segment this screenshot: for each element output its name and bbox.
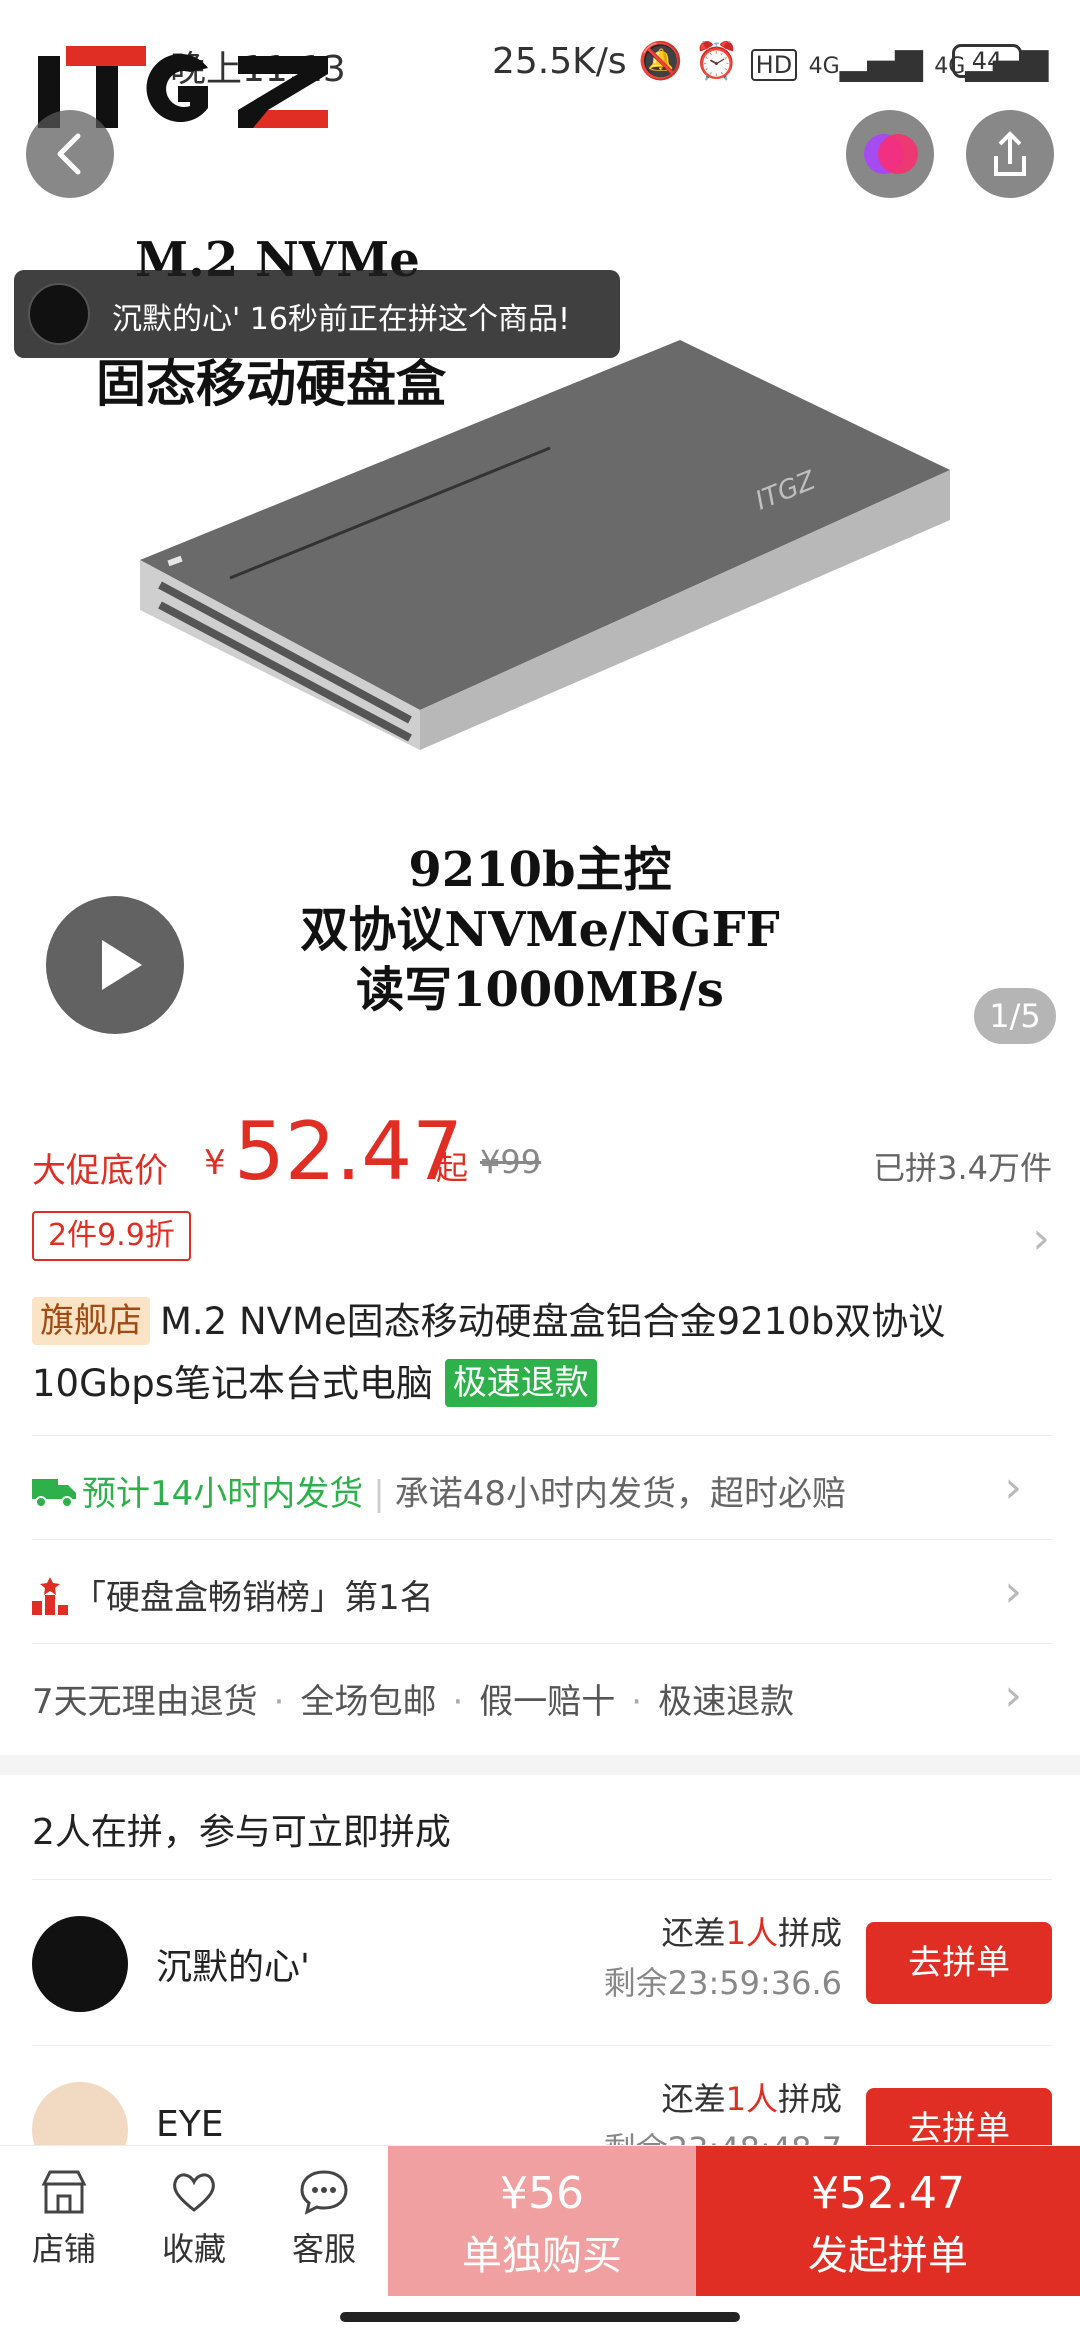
price-suffix: 起 <box>436 1149 469 1187</box>
price-row: 大促底价 ¥ 52.47 起 ¥99 已拼3.4万件 <box>32 1105 1052 1198</box>
group-label: 发起拼单 <box>808 2233 968 2279</box>
price-amount: 52.47 <box>234 1105 464 1198</box>
back-icon <box>57 133 81 175</box>
start-group-button[interactable]: ¥52.47 发起拼单 <box>696 2146 1080 2296</box>
favorite-label: 收藏 <box>161 2230 226 2268</box>
fast-refund-badge: 极速退款 <box>444 1359 597 1407</box>
battery-icon: 44 <box>952 44 1022 78</box>
shop-icon <box>41 2170 87 2214</box>
join-group-button[interactable]: 去拼单 <box>866 1922 1052 2004</box>
image-page-indicator: 1/5 <box>974 988 1056 1044</box>
hd-icon: HD <box>750 49 798 81</box>
need-suffix: 拼成 <box>777 1914 842 1952</box>
promo-label: 大促底价 <box>32 1151 168 1191</box>
signal-label-1: 4G <box>808 54 840 79</box>
need-prefix: 还差 <box>661 2080 726 2118</box>
chevron-right-icon: › <box>1004 1462 1022 1513</box>
need-count: 1人 <box>725 1914 778 1952</box>
favorite-button[interactable]: 收藏 <box>134 2164 254 2270</box>
play-icon <box>102 940 142 990</box>
flagship-badge: 旗舰店 <box>32 1297 150 1345</box>
sold-count: 已拼3.4万件 <box>873 1149 1052 1187</box>
need-suffix: 拼成 <box>777 2080 842 2118</box>
service-item: 7天无理由退货 <box>32 1682 258 1722</box>
group-countdown: 剩余23:59:36.6 <box>603 1964 842 2002</box>
alarm-icon: ⏰ <box>694 41 740 82</box>
chevron-right-icon: › <box>1004 1670 1022 1721</box>
truck-icon <box>32 1479 76 1508</box>
discount-tag[interactable]: 2件9.9折 <box>32 1211 191 1261</box>
join-group-button[interactable]: 去拼单 <box>866 2088 1052 2145</box>
chevron-right-icon: › <box>1004 1566 1022 1617</box>
toast-text: 沉默的心' 16秒前正在拼这个商品! <box>112 302 570 337</box>
chat-icon <box>300 2170 348 2215</box>
service-item: 全场包邮 <box>300 1682 437 1722</box>
ship-estimate: 预计14小时内发货 <box>82 1474 364 1514</box>
product-info: 大促底价 ¥ 52.47 起 ¥99 已拼3.4万件 2件9.9折 › 旗舰店 M… <box>0 1075 1080 1755</box>
service-item: 极速退款 <box>658 1682 795 1722</box>
group-row: EYE 还差1人拼成 剩余23:48:48.7 去拼单 <box>32 2045 1052 2145</box>
group-countdown: 剩余23:48:48.7 <box>604 2124 842 2145</box>
section-divider <box>0 1755 1080 1775</box>
net-speed: 25.5K/s <box>492 41 627 82</box>
ranking-chart-icon <box>32 1577 68 1615</box>
group-buy-section: 2人在拼，参与可立即拼成 沉默的心' 还差1人拼成 剩余23:59:36.6 去… <box>0 1775 1080 2145</box>
group-need-text: 还差1人拼成 <box>662 1908 842 1954</box>
group-user-name: 沉默的心' <box>156 1947 310 1988</box>
shop-button[interactable]: 店铺 <box>4 2164 124 2270</box>
avatar <box>28 283 90 345</box>
service-label: 客服 <box>291 2230 356 2268</box>
share-button[interactable] <box>966 110 1054 198</box>
chevron-right-icon[interactable]: › <box>1032 1213 1050 1264</box>
avatar <box>32 2082 128 2145</box>
spec-line1: 9210b主控 <box>408 842 672 898</box>
product-image-carousel[interactable]: 晚上11:13 25.5K/s 🔕 ⏰ HD 4G▂▄▆ 4G▂▄▆ 44 <box>0 0 1080 1075</box>
ranking-text: 「硬盘盒畅销榜」第1名 <box>72 1578 434 1618</box>
share-icon <box>994 131 1026 176</box>
group-buy-header: 2人在拼，参与可立即拼成 <box>32 1812 451 1853</box>
original-price: ¥99 <box>480 1143 542 1181</box>
ranking-row[interactable]: 「硬盘盒畅销榜」第1名 › <box>32 1539 1052 1643</box>
home-indicator <box>340 2312 740 2322</box>
play-video-button[interactable] <box>46 896 184 1034</box>
related-items-button[interactable] <box>846 110 934 198</box>
currency-symbol: ¥ <box>204 1143 226 1183</box>
group-activity-toast: 沉默的心' 16秒前正在拼这个商品! <box>14 270 620 358</box>
signal-icon: ▂▄▆ <box>839 41 923 82</box>
need-prefix: 还差 <box>661 1914 726 1952</box>
need-count: 1人 <box>725 2080 778 2118</box>
bottom-action-bar: 店铺 收藏 客服 ¥56 单独购买 ¥52.47 发起拼单 <box>0 2145 1080 2296</box>
solo-price: ¥56 <box>500 2168 584 2219</box>
shop-label: 店铺 <box>31 2230 96 2268</box>
heart-icon <box>173 2173 215 2212</box>
group-row: 沉默的心' 还差1人拼成 剩余23:59:36.6 去拼单 <box>32 1879 1052 2045</box>
avatar <box>32 1916 128 2012</box>
group-user-name: EYE <box>156 2104 224 2145</box>
back-button[interactable] <box>26 110 114 198</box>
solo-label: 单独购买 <box>462 2233 622 2279</box>
buy-alone-button[interactable]: ¥56 单独购买 <box>388 2146 696 2296</box>
divider: | <box>373 1474 385 1514</box>
mute-icon: 🔕 <box>638 41 683 82</box>
ship-promise: 承诺48小时内发货，超时必赔 <box>394 1474 846 1514</box>
customer-service-button[interactable]: 客服 <box>264 2164 384 2270</box>
group-price: ¥52.47 <box>811 2168 965 2219</box>
group-need-text: 还差1人拼成 <box>662 2074 842 2120</box>
ssd-enclosure-image: ITGZ <box>140 340 950 750</box>
overlap-circles-icon <box>864 134 918 174</box>
service-item: 假一赔十 <box>479 1682 616 1722</box>
shipping-row[interactable]: 预计14小时内发货 | 承诺48小时内发货，超时必赔 › <box>32 1435 1052 1539</box>
product-title: 旗舰店 M.2 NVMe固态移动硬盘盒铝合金9210b双协议10Gbps笔记本台式… <box>32 1291 1042 1415</box>
services-row[interactable]: 7天无理由退货 · 全场包邮 · 假一赔十 · 极速退款 › <box>32 1643 1052 1747</box>
